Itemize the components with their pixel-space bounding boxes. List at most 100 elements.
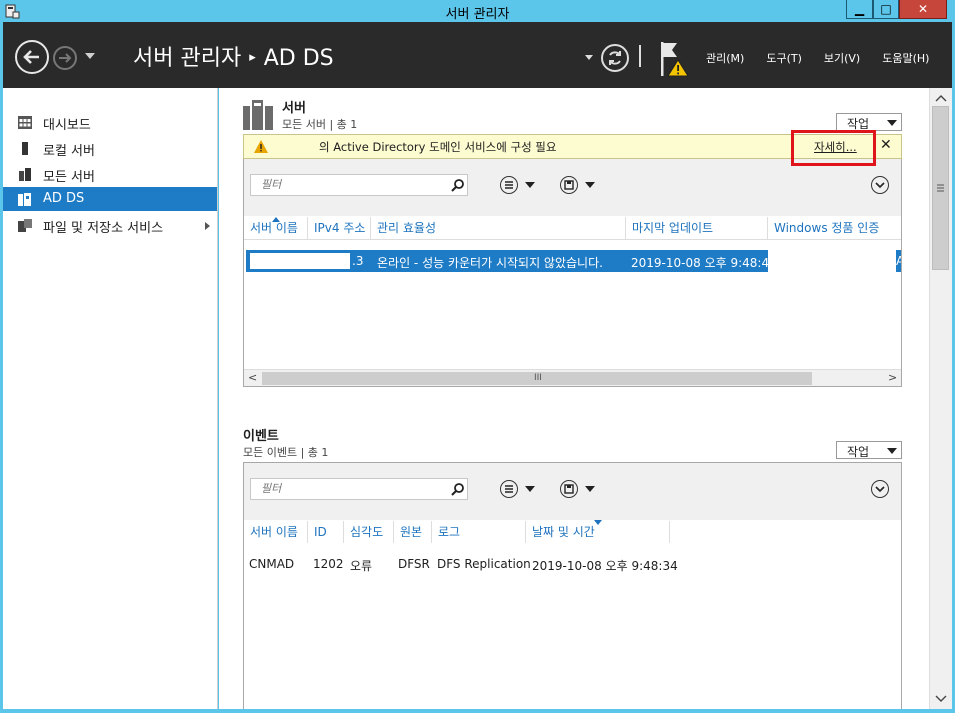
events-filter-input[interactable] [261, 482, 441, 495]
sidebar-item-label: 모든 서버 [43, 170, 95, 185]
servers-save-query-dropdown[interactable] [585, 182, 595, 188]
events-expand-button[interactable] [871, 480, 889, 498]
servers-hscrollbar[interactable]: < III > [244, 369, 901, 386]
sidebar-item-label: AD DS [43, 191, 85, 206]
row-manageability: 온라인 - 성능 카운터가 시작되지 않았습니다. [377, 256, 603, 270]
back-button[interactable] [15, 40, 49, 74]
col-ipv4[interactable]: IPv4 주소 [308, 217, 371, 239]
event-row-datetime: 2019-10-08 오후 9:48:34 [532, 559, 678, 573]
events-subtitle: 모든 이벤트 | 총 1 [243, 446, 329, 459]
banner-message: 의 Active Directory 도메인 서비스에 구성 필요 [319, 140, 557, 154]
arrow-right-icon [59, 53, 72, 63]
breadcrumb-separator: ▸ [249, 50, 256, 65]
save-icon [564, 180, 574, 190]
servers-title: 서버 [282, 101, 306, 116]
events-filter-field[interactable] [250, 478, 468, 500]
vscroll-thumb[interactable] [932, 106, 949, 270]
breadcrumb-root[interactable]: 서버 관리자 [133, 46, 241, 71]
menu-tools[interactable]: 도구(T) [766, 50, 802, 66]
col-event-log[interactable]: 로그 [432, 521, 526, 543]
minimize-button[interactable]: ▁ [846, 0, 873, 19]
list-options-icon [505, 181, 513, 189]
window-titlebar: 서버 관리자 ▁ □ ✕ [0, 0, 955, 22]
menu-help[interactable]: 도움말(H) [882, 50, 929, 66]
sidebar-item-all-servers[interactable]: 모든 서버 [3, 162, 217, 186]
menu-view[interactable]: 보기(V) [824, 50, 860, 66]
maximize-button[interactable]: □ [873, 0, 899, 19]
event-row-log: DFS Replication [437, 557, 531, 571]
refresh-icon [609, 51, 621, 65]
col-event-source[interactable]: 원본 [394, 521, 432, 543]
save-icon [564, 484, 574, 494]
chevron-right-icon[interactable] [205, 222, 210, 230]
chevron-down-icon [875, 182, 885, 189]
table-row[interactable]: .3 온라인 - 성능 카운터가 시작되지 않았습니다. 2019-10-08 … [246, 250, 777, 272]
servers-tasks-button[interactable]: 작업 [836, 113, 902, 131]
scroll-right-icon[interactable]: > [888, 371, 897, 384]
servers-filter-field[interactable] [250, 174, 468, 196]
servers-filter-options-dropdown[interactable] [525, 182, 535, 188]
dashboard-icon [18, 116, 32, 129]
menu-manage[interactable]: 관리(M) [706, 50, 744, 66]
servers-save-query-button[interactable] [560, 176, 578, 194]
col-event-server-name[interactable]: 서버 이름 [244, 521, 308, 543]
ad-ds-icon [18, 193, 31, 206]
chevron-down-icon [887, 448, 897, 454]
breadcrumb: 서버 관리자 ▸ AD DS [133, 40, 334, 72]
window-frame-bottom [0, 709, 955, 713]
sidebar-item-file-storage[interactable]: 파일 및 저장소 서비스 [3, 213, 217, 237]
servers-filter-options-button[interactable] [500, 176, 518, 194]
sidebar-item-label: 로컬 서버 [43, 144, 95, 159]
events-grid [244, 520, 901, 709]
forward-button[interactable] [53, 46, 77, 70]
history-dropdown[interactable] [85, 53, 95, 59]
refresh-button[interactable] [601, 44, 629, 72]
event-row-source: DFSR [398, 557, 430, 571]
scroll-down-icon[interactable] [930, 692, 952, 706]
grip-icon [937, 184, 944, 192]
scroll-left-icon[interactable]: < [248, 371, 257, 384]
col-event-severity[interactable]: 심각도 [344, 521, 394, 543]
hscroll-grip: III [534, 373, 542, 383]
servers-subtitle: 모든 서버 | 총 1 [282, 118, 358, 131]
list-options-icon [505, 485, 513, 493]
events-save-query-dropdown[interactable] [585, 486, 595, 492]
close-button[interactable]: ✕ [899, 0, 947, 19]
row-last-update: 2019-10-08 오후 9:48:48 [631, 256, 777, 270]
servers-filter-input[interactable] [261, 178, 441, 191]
col-event-id[interactable]: ID [308, 521, 344, 543]
arrow-left-icon [23, 50, 39, 64]
main-vscrollbar[interactable] [929, 88, 952, 709]
events-tasks-button[interactable]: 작업 [836, 441, 902, 459]
events-filter-options-dropdown[interactable] [525, 486, 535, 492]
col-manageability[interactable]: 관리 효율성 [371, 217, 626, 239]
sidebar-item-local-server[interactable]: 로컬 서버 [3, 136, 217, 160]
col-windows-activation[interactable]: Windows 정품 인증 [768, 217, 901, 239]
grid-header-divider [244, 239, 901, 240]
redacted-server-name [250, 253, 350, 269]
search-icon[interactable] [451, 482, 465, 496]
app-header: 서버 관리자 ▸ AD DS 관리(M) 도구(T) 보기(V) 도움말(H) [3, 22, 952, 88]
sidebar-item-label: 파일 및 저장소 서비스 [43, 221, 164, 236]
file-storage-icon [18, 219, 32, 232]
menu-bar: 관리(M) 도구(T) 보기(V) 도움말(H) [706, 50, 929, 66]
events-save-query-button[interactable] [560, 480, 578, 498]
banner-close-button[interactable]: ✕ [880, 137, 892, 153]
event-row-server: CNMAD [249, 557, 295, 571]
local-server-icon [22, 142, 28, 155]
sidebar-item-ad-ds[interactable]: AD DS [3, 187, 217, 211]
servers-expand-button[interactable] [871, 176, 889, 194]
search-icon[interactable] [451, 178, 465, 192]
events-filter-options-button[interactable] [500, 480, 518, 498]
col-last-update[interactable]: 마지막 업데이트 [626, 217, 768, 239]
sort-desc-icon [594, 520, 602, 525]
sort-asc-icon [272, 217, 280, 222]
window-title: 서버 관리자 [445, 7, 510, 22]
row-activation: A [896, 250, 901, 272]
sidebar-item-dashboard[interactable]: 대시보드 [3, 110, 217, 134]
scroll-up-icon[interactable] [930, 91, 952, 105]
notifications-flag-icon[interactable] [659, 40, 691, 78]
row-ipv4: .3 [352, 254, 364, 268]
refresh-dropdown[interactable] [585, 55, 593, 60]
servers-section-icon [243, 100, 273, 130]
